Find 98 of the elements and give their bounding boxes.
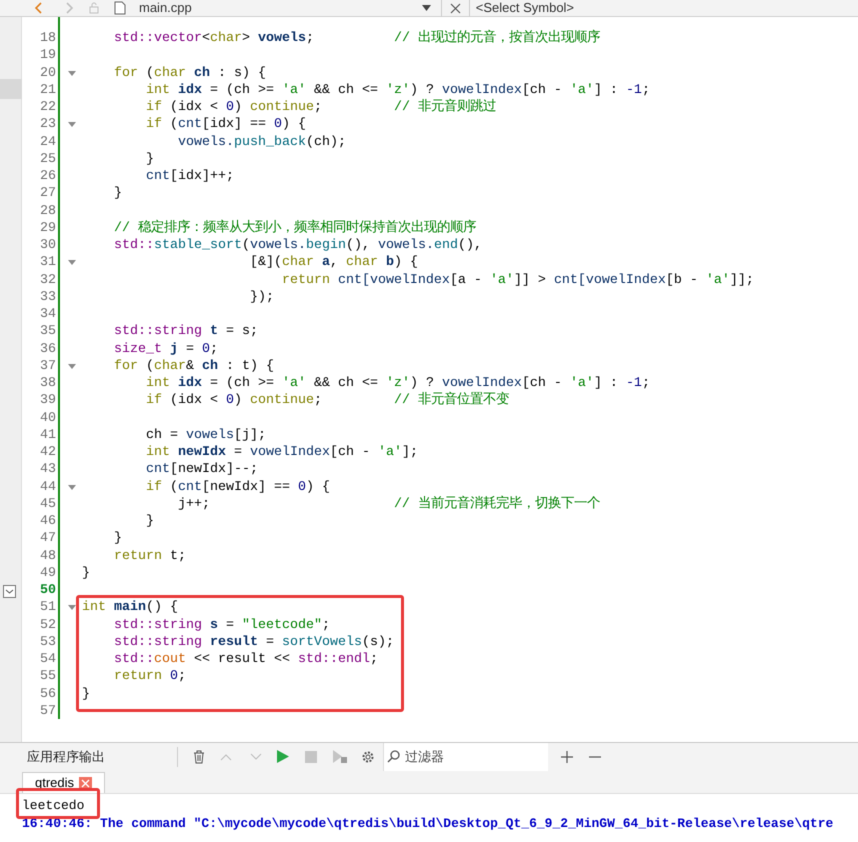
fold-arrow-icon[interactable] — [68, 260, 76, 266]
line-number: 18 — [39, 30, 57, 48]
line-number: 25 — [39, 150, 57, 168]
line-number: 52 — [39, 616, 57, 634]
up-caret-icon[interactable] — [220, 752, 232, 760]
line-number: 34 — [39, 306, 57, 324]
line-number: 26 — [39, 168, 57, 186]
code-line: std::string s = "leetcode"; — [112, 616, 330, 634]
line-number: 21 — [39, 82, 57, 99]
down-caret-icon[interactable] — [250, 752, 262, 760]
code-line: int idx = (ch >= 'a' && ch <= 'z') ? vowelIndex[ch - 'a'] : -1; — [144, 82, 650, 98]
code-line: std::vector<char> vowels; // 出现过的元音，按首次出现顺序 — [112, 30, 600, 48]
line-number: 45 — [39, 496, 57, 513]
line-number: 48 — [39, 548, 57, 565]
file-name[interactable]: main.cpp — [139, 0, 192, 18]
line-number: 37 — [39, 358, 57, 375]
code-line: int idx = (ch >= 'a' && ch <= 'z') ? vowelIndex[ch - 'a'] : -1; — [144, 375, 650, 392]
output-line: leetcedo — [22, 797, 84, 815]
tab-close-icon[interactable] — [79, 776, 92, 790]
code-line: std::cout << result << std::endl; — [112, 651, 378, 668]
line-number: 44 — [39, 478, 57, 496]
line-number: 57 — [39, 702, 57, 720]
code-line: if (idx < 0) continue; // 非元音位置不变 — [144, 392, 509, 410]
fold-arrow-icon[interactable] — [68, 70, 76, 76]
line-number: 19 — [39, 47, 57, 64]
line-number: 40 — [39, 410, 57, 427]
filter-field[interactable]: 过滤器 — [383, 742, 548, 770]
line-number: 53 — [39, 634, 57, 651]
line-number: 27 — [39, 185, 57, 202]
line-number: 46 — [39, 513, 57, 530]
code-line: } — [112, 530, 122, 548]
code-line: // 稳定排序：频率从大到小，频率相同时保持首次出现的顺序 — [112, 220, 476, 237]
line-number: 41 — [39, 426, 57, 444]
code-line: [&](char a, char b) { — [248, 254, 418, 272]
code-line: std::string t = s; — [112, 323, 258, 340]
pane-title: 应用程序输出 — [27, 748, 106, 766]
search-icon — [387, 750, 400, 763]
code-line: if (cnt[newIdx] == 0) { — [144, 478, 330, 496]
code-line: vowels.push_back(ch); — [176, 134, 346, 151]
line-number: 23 — [39, 116, 57, 134]
code-line: cnt[newIdx]--; — [144, 461, 258, 478]
close-icon[interactable] — [450, 2, 461, 14]
attach-run-icon[interactable] — [333, 750, 347, 763]
output-line: 16:40:46: The command "C:\mycode\mycode\qtredis\build\Desktop_Qt_6_9_2_MinGW_64_bit-Release\release\qtre — [22, 815, 834, 833]
run-icon[interactable] — [277, 750, 289, 763]
fold-arrow-icon[interactable] — [68, 364, 76, 369]
code-line: } — [112, 185, 122, 202]
settings-icon[interactable] — [361, 750, 375, 764]
collapse-icon[interactable] — [3, 585, 16, 598]
line-number: 54 — [39, 651, 57, 668]
plus-icon[interactable] — [561, 750, 573, 762]
line-number: 22 — [39, 99, 57, 116]
fold-arrow-icon[interactable] — [68, 605, 76, 610]
code-line: std::stable_sort(vowels.begin(), vowels.end(), — [112, 237, 482, 254]
line-number: 43 — [39, 461, 57, 478]
code-line: return cnt[vowelIndex[a - 'a']] > cnt[vowelIndex[b - 'a']]; — [280, 272, 754, 289]
symbol-selector[interactable]: <Select Symbol> — [476, 0, 574, 18]
line-number: 56 — [39, 686, 57, 703]
code-line: } — [82, 686, 90, 703]
line-number: 31 — [39, 254, 57, 272]
line-number: 50 — [39, 582, 57, 600]
code-line: ch = vowels[j]; — [144, 426, 266, 444]
code-line: size_t j = 0; — [112, 340, 218, 358]
line-number: 29 — [39, 220, 57, 237]
line-number: 38 — [39, 375, 57, 392]
line-number: 28 — [39, 202, 57, 220]
line-number: 35 — [39, 323, 57, 340]
code-line: } — [144, 513, 154, 530]
code-line: } — [82, 564, 90, 582]
code-line: return 0; — [112, 668, 186, 686]
line-number: 33 — [39, 288, 57, 306]
line-number: 39 — [39, 392, 57, 410]
code-line: std::string result = sortVowels(s); — [112, 634, 394, 651]
code-line: }); — [248, 288, 274, 306]
code-line: cnt[idx]++; — [144, 168, 234, 186]
line-number: 49 — [39, 564, 57, 582]
code-line: return t; — [112, 548, 186, 565]
fold-arrow-icon[interactable] — [68, 484, 76, 490]
line-number: 47 — [39, 530, 57, 548]
trash-icon[interactable] — [193, 750, 205, 764]
fold-arrow-icon[interactable] — [68, 122, 76, 128]
code-line: j++; // 当前元音消耗完毕，切换下一个 — [176, 496, 600, 513]
line-number: 32 — [39, 272, 57, 289]
code-line: if (idx < 0) continue; // 非元音则跳过 — [144, 99, 496, 116]
code-line: if (cnt[idx] == 0) { — [144, 116, 306, 134]
line-number: 55 — [39, 668, 57, 686]
line-number: 20 — [39, 64, 57, 82]
line-number: 24 — [39, 134, 57, 151]
line-number: 42 — [39, 444, 57, 462]
code-line: int main() { — [82, 599, 178, 616]
code-line: for (char& ch : t) { — [112, 358, 274, 375]
caret-icon[interactable] — [422, 5, 431, 11]
code-line: for (char ch : s) { — [112, 64, 266, 82]
line-number: 51 — [39, 599, 57, 616]
line-number: 36 — [39, 340, 57, 358]
code-line: int newIdx = vowelIndex[ch - 'a']; — [144, 444, 418, 462]
line-number: 30 — [39, 237, 57, 254]
code-line: } — [144, 150, 154, 168]
